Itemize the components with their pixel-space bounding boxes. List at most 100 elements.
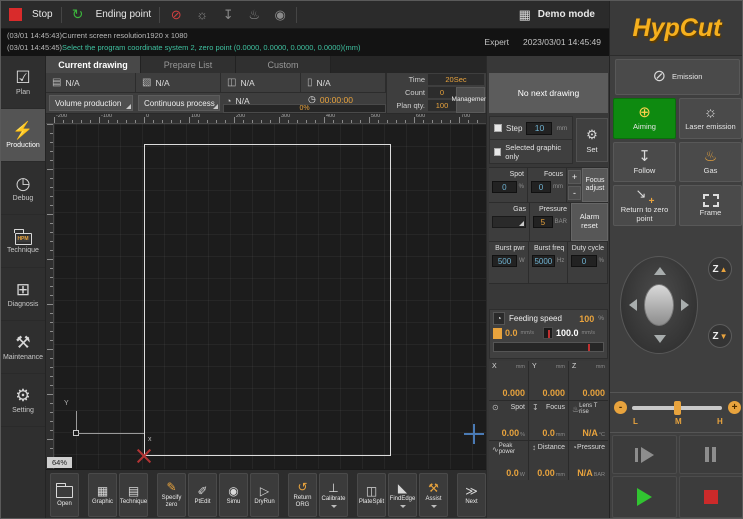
focus-plus-button[interactable]: + <box>568 170 581 184</box>
feeding-speed-slider[interactable] <box>493 342 604 352</box>
burst-freq-input[interactable]: 5000 <box>532 255 555 267</box>
jog-up-button[interactable] <box>654 267 666 275</box>
sidebar-item-plan[interactable]: ☑ Plan <box>1 56 45 109</box>
frame-button[interactable]: Frame <box>679 185 742 226</box>
jog-center-button[interactable] <box>644 284 674 326</box>
duty-cycle-input[interactable]: 0 <box>571 255 596 267</box>
pressure-input[interactable]: 5 <box>533 216 553 228</box>
management-button[interactable]: Management <box>456 87 485 113</box>
stop-button[interactable]: Stop <box>9 8 53 21</box>
axis-indicator: Y x <box>64 400 164 450</box>
selected-graphic-checkbox[interactable] <box>494 148 501 156</box>
focus-input[interactable]: 0 <box>531 181 551 193</box>
stop-run-button[interactable] <box>679 476 743 518</box>
burst-power-input[interactable]: 500 <box>492 255 517 267</box>
demo-mode-icon: ▦ <box>517 8 533 21</box>
ruler-tick <box>47 304 53 305</box>
alarm-icon[interactable]: ◉ <box>272 8 288 21</box>
step-value-input[interactable]: 10 <box>526 122 552 135</box>
jog-wheel[interactable] <box>620 256 698 354</box>
ruler-tick <box>378 120 379 123</box>
spot-icon: ⊙ <box>492 403 499 412</box>
ruler-tick <box>432 120 433 123</box>
step-checkbox[interactable] <box>494 124 502 132</box>
ruler-tick <box>50 241 53 242</box>
ruler-tick <box>50 295 53 296</box>
chevron-down-icon <box>331 505 337 508</box>
thermometer-icon: ♨ <box>572 405 579 414</box>
chevron-down-icon <box>431 505 437 508</box>
speed-plus-button[interactable]: + <box>728 401 741 414</box>
speed-slider-handle[interactable] <box>674 401 681 415</box>
gas-icon[interactable]: ♨ <box>246 8 262 21</box>
technique-button[interactable]: ▤ Technique <box>119 473 148 517</box>
start-button[interactable] <box>612 476 677 518</box>
ending-point-label: Ending point <box>96 9 152 20</box>
laser-icon[interactable]: ☼ <box>194 8 210 21</box>
sidebar-item-technique[interactable]: HPM Technique <box>1 215 45 268</box>
sidebar-item-debug[interactable]: ◷ Debug <box>1 162 45 215</box>
gas-dropdown[interactable] <box>492 216 526 228</box>
graphic-button[interactable]: ▦ Graphic <box>88 473 117 517</box>
sidebar-item-maintenance[interactable]: ⚒ Maintenance <box>1 321 45 374</box>
sidebar-item-diagnosis[interactable]: ⊞ Diagnosis <box>1 268 45 321</box>
speed-minus-button[interactable]: - <box>614 401 627 414</box>
laser-emission-button[interactable]: ☼ Laser emission <box>679 98 742 139</box>
ruler-tick <box>450 120 451 123</box>
findedge-button[interactable]: ◣ FindEdge <box>388 473 417 517</box>
aiming-button[interactable]: ⊕ Aiming <box>613 98 676 139</box>
specify-zero-button[interactable]: ✎ Specify zero <box>157 473 186 517</box>
z-down-button[interactable]: Z▼ <box>708 324 732 348</box>
jog-right-button[interactable] <box>681 299 689 311</box>
z-up-button[interactable]: Z▲ <box>708 257 732 281</box>
set-button[interactable]: ⚙ Set <box>576 118 608 162</box>
sidebar-item-setting[interactable]: ⚙ Setting <box>1 374 45 427</box>
demo-mode-indicator[interactable]: ▦ Demo mode <box>517 8 595 21</box>
gas-button[interactable]: ♨ Gas <box>679 142 742 183</box>
focus-minus-button[interactable]: - <box>568 186 581 200</box>
open-button[interactable]: Open <box>50 473 79 517</box>
technique-folder-icon: HPM <box>15 233 32 245</box>
tab-prepare-list[interactable]: Prepare List <box>141 56 236 73</box>
ruler-tick <box>189 117 190 123</box>
drawing-canvas[interactable]: -200-1000100200300400500600700 Y x 64% <box>46 114 486 469</box>
simulate-icon: ◉ <box>228 485 238 498</box>
alarm-reset-button[interactable]: Alarm reset <box>571 203 608 241</box>
ruler-tick <box>50 412 53 413</box>
platesplit-button[interactable]: ◫ PlateSplit <box>357 473 386 517</box>
feed-current-indicator <box>493 328 502 339</box>
production-mode-dropdown[interactable]: Volume production <box>49 95 133 111</box>
step-run-button[interactable] <box>612 435 677 474</box>
process-mode-dropdown[interactable]: Continuous process <box>138 95 220 111</box>
simu-button[interactable]: ◉ Simu <box>219 473 248 517</box>
pause-button[interactable] <box>679 435 743 474</box>
laser-disabled-icon[interactable]: ⊘ <box>168 8 184 21</box>
next-button[interactable]: ≫ Next <box>457 473 486 517</box>
ending-point-button[interactable]: ↻ Ending point <box>70 8 152 21</box>
speed-slider-track[interactable] <box>632 406 722 410</box>
tab-current-drawing[interactable]: Current drawing <box>46 56 141 73</box>
jog-down-button[interactable] <box>654 335 666 343</box>
chevron-down-icon <box>400 505 406 508</box>
bottom-toolbar: Open ▦ Graphic ▤ Technique ✎ Specify zer… <box>46 469 486 519</box>
follow-button[interactable]: ↧ Follow <box>613 142 676 183</box>
dryrun-button[interactable]: ▷ DryRun <box>250 473 279 517</box>
spot-input[interactable]: 0 <box>492 181 517 193</box>
crosshair-icon: ⊕ <box>638 105 651 121</box>
focus-adjust-button[interactable]: Focus adjust <box>582 168 608 202</box>
assist-button[interactable]: ⚒ Assist <box>419 473 448 517</box>
ruler-tick <box>216 120 217 123</box>
return-org-button[interactable]: ↺ Return ORG <box>288 473 317 517</box>
emission-button[interactable]: ⊘ Emission <box>615 59 740 95</box>
calibrate-button[interactable]: ⊥ Calibrate <box>319 473 348 517</box>
ruler-tick <box>50 340 53 341</box>
return-to-zero-button[interactable]: ↘ + Return to zero point <box>613 185 676 226</box>
ptedit-button[interactable]: ✐ PtEdit <box>188 473 217 517</box>
sidebar-item-production[interactable]: ⚡ Production <box>1 109 45 162</box>
follow-icon[interactable]: ↧ <box>220 8 236 21</box>
jog-left-button[interactable] <box>629 299 637 311</box>
production-icon: ⚡ <box>12 122 33 140</box>
ruler-tick <box>50 403 53 404</box>
ruler-tick <box>297 120 298 123</box>
tab-custom[interactable]: Custom <box>236 56 331 73</box>
